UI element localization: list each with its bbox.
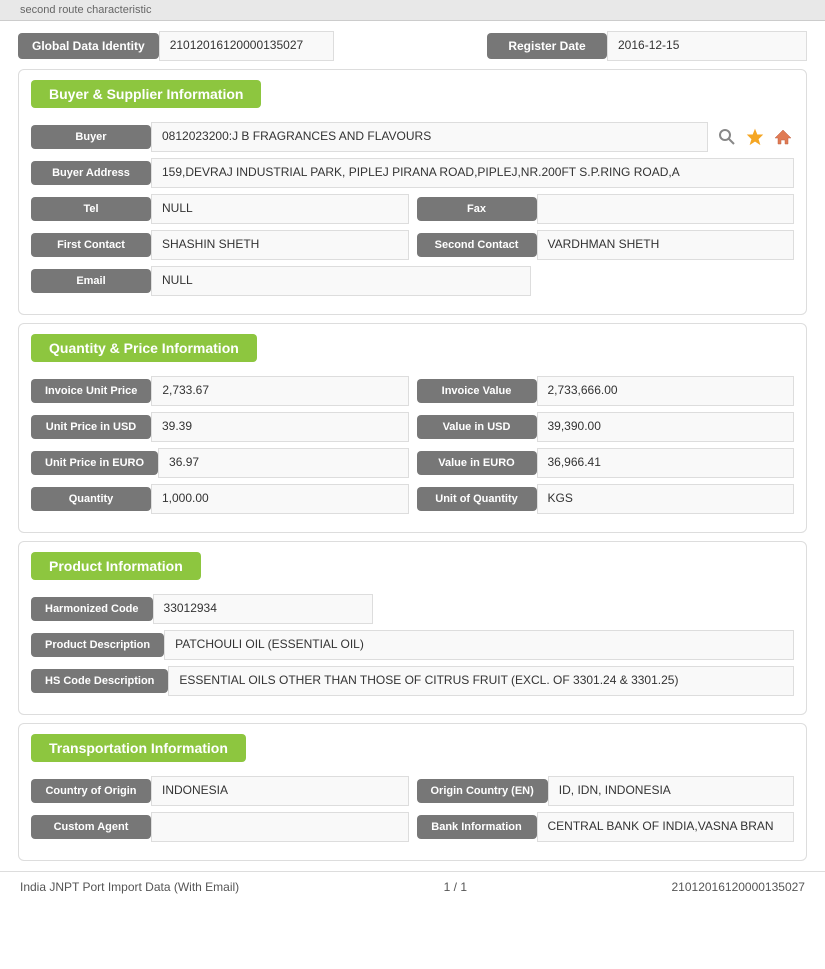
unit-price-usd-label: Unit Price in USD <box>31 415 151 439</box>
country-origin-label: Country of Origin <box>31 779 151 803</box>
agent-bank-row: Custom Agent Bank Information CENTRAL BA… <box>31 812 794 842</box>
harmonized-code-value: 33012934 <box>153 594 373 624</box>
unit-quantity-label: Unit of Quantity <box>417 487 537 511</box>
unit-price-euro-value: 36.97 <box>158 448 408 478</box>
footer: India JNPT Port Import Data (With Email)… <box>0 871 825 902</box>
unit-price-usd-value: 39.39 <box>151 412 409 442</box>
product-desc-label: Product Description <box>31 633 164 657</box>
transport-section: Transportation Information Country of Or… <box>18 723 807 861</box>
product-section: Product Information Harmonized Code 3301… <box>18 541 807 715</box>
bank-info-label: Bank Information <box>417 815 537 839</box>
tel-value: NULL <box>151 194 409 224</box>
star-icon[interactable] <box>744 126 766 148</box>
first-contact-label: First Contact <box>31 233 151 257</box>
buyer-address-label: Buyer Address <box>31 161 151 185</box>
bank-info-value: CENTRAL BANK OF INDIA,VASNA BRAN <box>537 812 795 842</box>
email-value: NULL <box>151 266 531 296</box>
invoice-unit-price-label: Invoice Unit Price <box>31 379 151 403</box>
value-usd-label: Value in USD <box>417 415 537 439</box>
second-contact-value: VARDHMAN SHETH <box>537 230 795 260</box>
euro-row: Unit Price in EURO 36.97 Value in EURO 3… <box>31 448 794 478</box>
country-origin-value: INDONESIA <box>151 776 409 806</box>
footer-left: India JNPT Port Import Data (With Email) <box>20 880 239 894</box>
buyer-section-title: Buyer & Supplier Information <box>31 80 261 108</box>
product-desc-value: PATCHOULI OIL (ESSENTIAL OIL) <box>164 630 794 660</box>
home-icon[interactable] <box>772 126 794 148</box>
email-label: Email <box>31 269 151 293</box>
quantity-label: Quantity <box>31 487 151 511</box>
second-contact-label: Second Contact <box>417 233 537 257</box>
register-date-label: Register Date <box>487 33 607 59</box>
quantity-price-section: Quantity & Price Information Invoice Uni… <box>18 323 807 533</box>
origin-country-en-value: ID, IDN, INDONESIA <box>548 776 794 806</box>
value-euro-value: 36,966.41 <box>537 448 795 478</box>
origin-row: Country of Origin INDONESIA Origin Count… <box>31 776 794 806</box>
buyer-value: 0812023200:J B FRAGRANCES AND FLAVOURS <box>151 122 708 152</box>
invoice-row: Invoice Unit Price 2,733.67 Invoice Valu… <box>31 376 794 406</box>
unit-quantity-value: KGS <box>537 484 795 514</box>
value-usd-value: 39,390.00 <box>537 412 795 442</box>
register-date-value: 2016-12-15 <box>607 31 807 61</box>
fax-label: Fax <box>417 197 537 221</box>
origin-country-en-label: Origin Country (EN) <box>417 779 548 803</box>
value-euro-label: Value in EURO <box>417 451 537 475</box>
global-id-value: 21012016120000135027 <box>159 31 334 61</box>
custom-agent-value <box>151 812 409 842</box>
hs-code-label: HS Code Description <box>31 669 168 693</box>
transport-section-title: Transportation Information <box>31 734 246 762</box>
invoice-value-label: Invoice Value <box>417 379 537 403</box>
harmonized-code-label: Harmonized Code <box>31 597 153 621</box>
footer-right: 21012016120000135027 <box>672 880 805 894</box>
email-row: Email NULL <box>31 266 794 296</box>
hs-code-row: HS Code Description ESSENTIAL OILS OTHER… <box>31 666 794 696</box>
footer-center: 1 / 1 <box>444 880 467 894</box>
page-wrapper: second route characteristic Global Data … <box>0 0 825 969</box>
top-bar: second route characteristic <box>0 0 825 21</box>
tel-label: Tel <box>31 197 151 221</box>
buyer-label: Buyer <box>31 125 151 149</box>
tel-fax-row: Tel NULL Fax <box>31 194 794 224</box>
invoice-unit-price-value: 2,733.67 <box>151 376 408 406</box>
search-icon[interactable] <box>716 126 738 148</box>
buyer-supplier-section: Buyer & Supplier Information Buyer 08120… <box>18 69 807 315</box>
buyer-address-value: 159,DEVRAJ INDUSTRIAL PARK, PIPLEJ PIRAN… <box>151 158 794 188</box>
topbar-text: second route characteristic <box>20 4 151 16</box>
product-section-title: Product Information <box>31 552 201 580</box>
unit-price-euro-label: Unit Price in EURO <box>31 451 158 475</box>
quantity-section-title: Quantity & Price Information <box>31 334 257 362</box>
custom-agent-label: Custom Agent <box>31 815 151 839</box>
global-id-label: Global Data Identity <box>18 33 159 59</box>
harmonized-code-row: Harmonized Code 33012934 <box>31 594 794 624</box>
fax-value <box>537 194 795 224</box>
first-contact-value: SHASHIN SHETH <box>151 230 409 260</box>
hs-code-value: ESSENTIAL OILS OTHER THAN THOSE OF CITRU… <box>168 666 794 696</box>
buyer-icons <box>716 126 794 148</box>
product-desc-row: Product Description PATCHOULI OIL (ESSEN… <box>31 630 794 660</box>
buyer-address-row: Buyer Address 159,DEVRAJ INDUSTRIAL PARK… <box>31 158 794 188</box>
quantity-row: Quantity 1,000.00 Unit of Quantity KGS <box>31 484 794 514</box>
quantity-value: 1,000.00 <box>151 484 409 514</box>
global-id-row: Global Data Identity 2101201612000013502… <box>18 31 807 61</box>
usd-row: Unit Price in USD 39.39 Value in USD 39,… <box>31 412 794 442</box>
invoice-value-value: 2,733,666.00 <box>537 376 795 406</box>
buyer-row: Buyer 0812023200:J B FRAGRANCES AND FLAV… <box>31 122 794 152</box>
contact-row: First Contact SHASHIN SHETH Second Conta… <box>31 230 794 260</box>
